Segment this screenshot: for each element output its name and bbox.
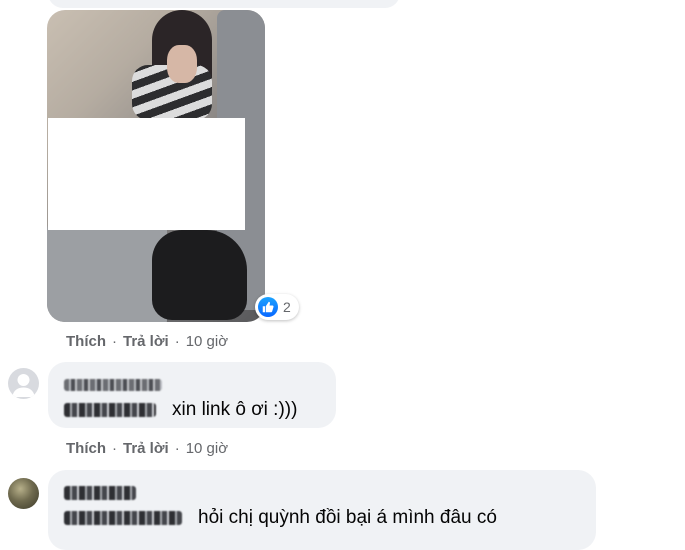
avatar[interactable] xyxy=(8,478,39,509)
commenter-name-blurred[interactable] xyxy=(64,486,136,500)
comment-actions: Thích · Trả lời · 10 giờ xyxy=(66,333,228,350)
separator-dot: · xyxy=(174,333,180,350)
avatar[interactable] xyxy=(8,368,39,399)
photo-sofa-seat xyxy=(47,220,167,322)
like-icon xyxy=(258,297,278,317)
comment-timestamp[interactable]: 10 giờ xyxy=(186,333,228,350)
like-button[interactable]: Thích xyxy=(66,440,106,457)
photo-person-legs xyxy=(152,230,247,320)
comment-text: xin link ô ơi :))) xyxy=(172,399,298,420)
reply-button[interactable]: Trả lời xyxy=(123,440,169,457)
reaction-badge[interactable]: 2 xyxy=(255,294,299,320)
comment-text: hỏi chị quỳnh đồi bại á mình đâu có xyxy=(198,507,497,528)
reaction-count: 2 xyxy=(283,299,291,315)
mention-tag-blurred[interactable] xyxy=(64,403,156,417)
comment-actions: Thích · Trả lời · 10 giờ xyxy=(66,440,228,457)
comment-bubble: xin link ô ơi :))) xyxy=(48,362,336,428)
censor-box xyxy=(48,118,245,230)
separator-dot: · xyxy=(112,333,117,350)
comment-bubble: hỏi chị quỳnh đồi bại á mình đâu có xyxy=(48,470,596,550)
like-button[interactable]: Thích xyxy=(66,333,106,350)
previous-comment-bubble xyxy=(48,0,400,8)
commenter-name-blurred[interactable] xyxy=(64,379,162,391)
mention-tag-blurred[interactable] xyxy=(64,511,182,525)
default-avatar-icon xyxy=(12,374,35,397)
separator-dot: · xyxy=(174,440,180,457)
comment-timestamp[interactable]: 10 giờ xyxy=(186,440,228,457)
separator-dot: · xyxy=(112,440,117,457)
photo-person-face xyxy=(167,45,197,83)
reply-button[interactable]: Trả lời xyxy=(123,333,169,350)
